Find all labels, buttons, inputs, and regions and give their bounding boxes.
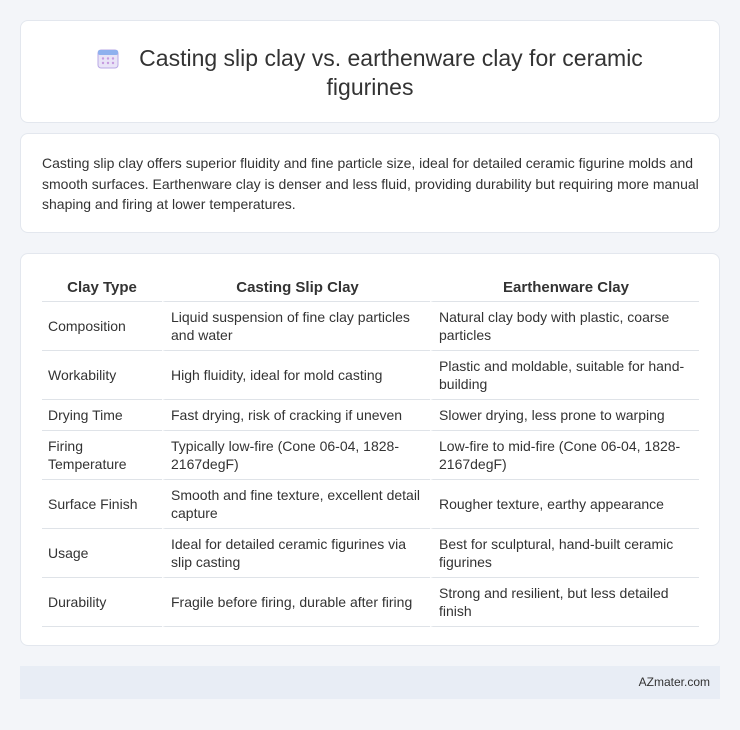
summary-text: Casting slip clay offers superior fluidi…: [42, 155, 699, 212]
footer-bar: AZmater.com: [20, 666, 720, 699]
table-row: Usage Ideal for detailed ceramic figurin…: [42, 529, 699, 578]
header-clay-type: Clay Type: [42, 274, 162, 302]
row-label: Firing Temperature: [42, 431, 162, 480]
header-earthenware-clay: Earthenware Clay: [430, 274, 699, 302]
title-card: Casting slip clay vs. earthenware clay f…: [20, 20, 720, 123]
table-row: Drying Time Fast drying, risk of crackin…: [42, 400, 699, 431]
row-label: Usage: [42, 529, 162, 578]
table-row: Firing Temperature Typically low-fire (C…: [42, 431, 699, 480]
table-header-row: Clay Type Casting Slip Clay Earthenware …: [42, 274, 699, 302]
casting-slip-cell: Fragile before firing, durable after fir…: [162, 578, 430, 627]
row-label: Workability: [42, 351, 162, 400]
header-casting-slip-clay: Casting Slip Clay: [162, 274, 430, 302]
casting-slip-cell: Ideal for detailed ceramic figurines via…: [162, 529, 430, 578]
earthenware-cell: Best for sculptural, hand-built ceramic …: [430, 529, 699, 578]
comparison-table: Clay Type Casting Slip Clay Earthenware …: [42, 274, 699, 627]
earthenware-cell: Rougher texture, earthy appearance: [430, 480, 699, 529]
footer-brand: AZmater.com: [638, 675, 710, 689]
casting-slip-cell: Smooth and fine texture, excellent detai…: [162, 480, 430, 529]
table-row: Durability Fragile before firing, durabl…: [42, 578, 699, 627]
row-label: Composition: [42, 302, 162, 351]
table-row: Workability High fluidity, ideal for mol…: [42, 351, 699, 400]
earthenware-cell: Low-fire to mid-fire (Cone 06-04, 1828-2…: [430, 431, 699, 480]
earthenware-cell: Natural clay body with plastic, coarse p…: [430, 302, 699, 351]
casting-slip-cell: High fluidity, ideal for mold casting: [162, 351, 430, 400]
comparison-table-card: Clay Type Casting Slip Clay Earthenware …: [20, 253, 720, 646]
summary-card: Casting slip clay offers superior fluidi…: [20, 133, 720, 233]
row-label: Drying Time: [42, 400, 162, 431]
earthenware-cell: Plastic and moldable, suitable for hand-…: [430, 351, 699, 400]
calendar-icon: [97, 49, 119, 69]
earthenware-cell: Strong and resilient, but less detailed …: [430, 578, 699, 627]
table-row: Surface Finish Smooth and fine texture, …: [42, 480, 699, 529]
table-row: Composition Liquid suspension of fine cl…: [42, 302, 699, 351]
earthenware-cell: Slower drying, less prone to warping: [430, 400, 699, 431]
casting-slip-cell: Fast drying, risk of cracking if uneven: [162, 400, 430, 431]
casting-slip-cell: Typically low-fire (Cone 06-04, 1828-216…: [162, 431, 430, 480]
page-title: Casting slip clay vs. earthenware clay f…: [139, 45, 643, 100]
row-label: Surface Finish: [42, 480, 162, 529]
casting-slip-cell: Liquid suspension of fine clay particles…: [162, 302, 430, 351]
title-wrap: Casting slip clay vs. earthenware clay f…: [21, 44, 719, 102]
row-label: Durability: [42, 578, 162, 627]
